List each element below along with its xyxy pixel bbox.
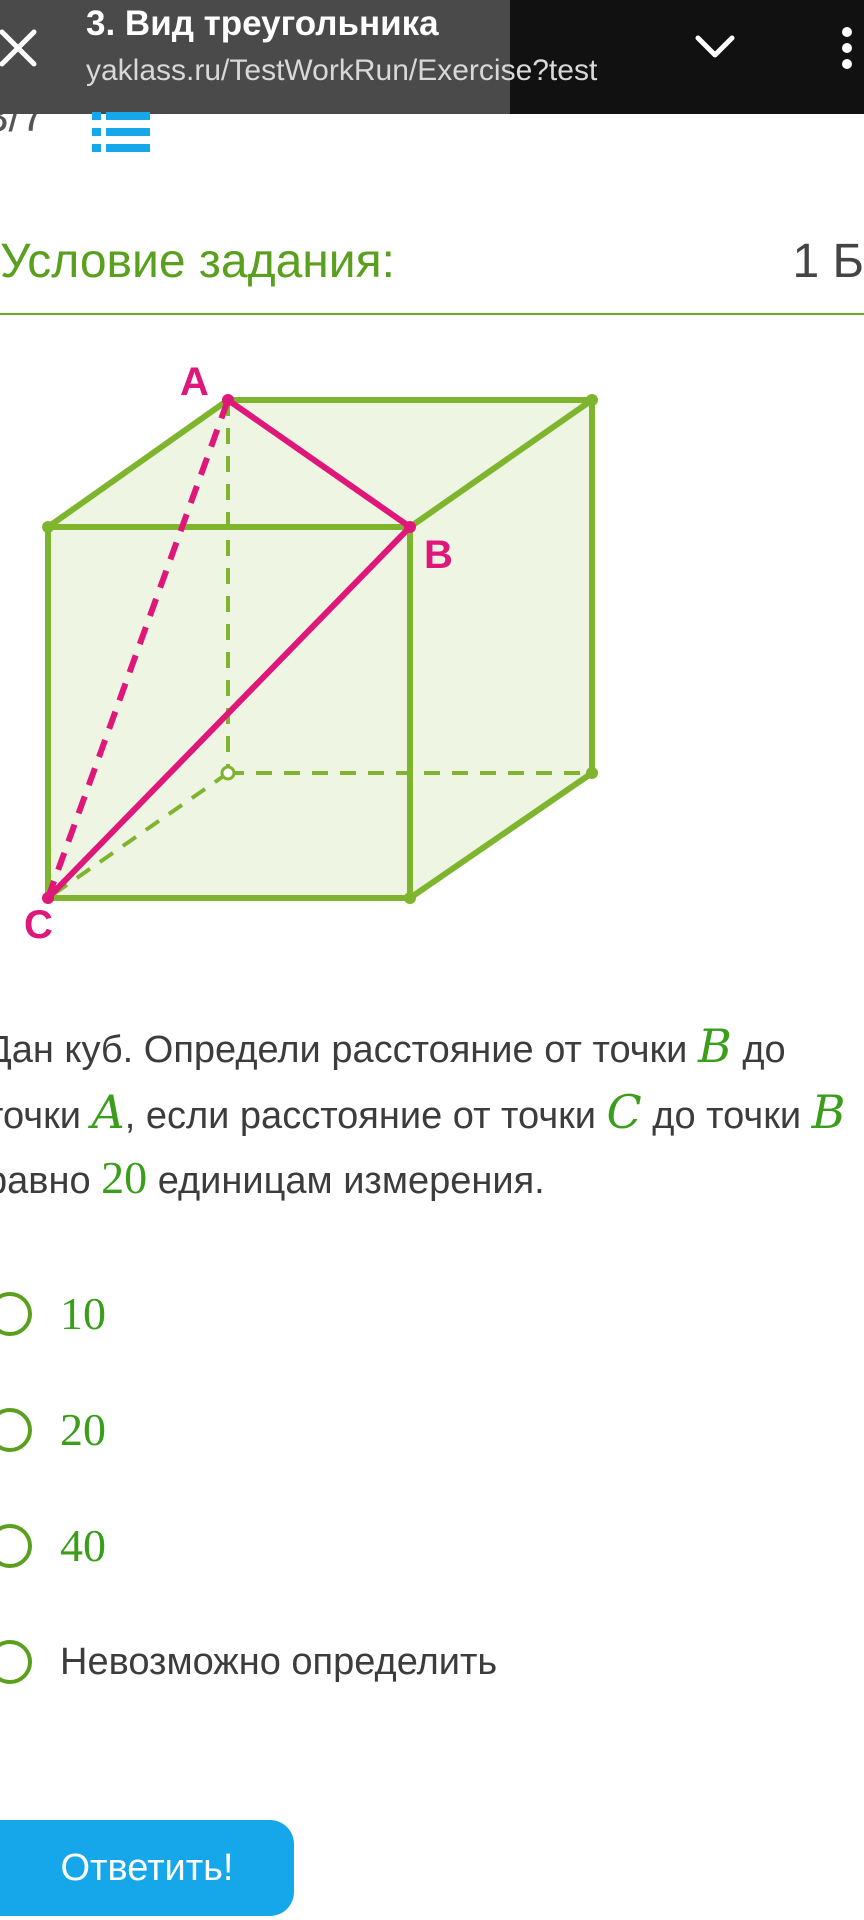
answer-option[interactable]: 10 [0, 1284, 300, 1344]
question-text-part: единицам измерения. [147, 1160, 545, 1202]
option-label: 20 [60, 1404, 106, 1455]
point-a [222, 394, 234, 406]
cube-vertex [586, 394, 598, 406]
submit-answer-button[interactable]: Ответить! [0, 1820, 294, 1916]
question-text-part: Дан куб. Определи расстояние от точки [0, 1029, 698, 1071]
label-c: C [24, 903, 53, 947]
math-var-c: C [606, 1085, 642, 1139]
question-text: Дан куб. Определи расстояние от точки B … [0, 1015, 850, 1212]
question-text-part: до точки [641, 1095, 812, 1137]
label-b: B [424, 533, 453, 577]
option-label: Невозможно определить [60, 1641, 498, 1683]
divider [0, 313, 864, 315]
more-menu-icon[interactable] [834, 18, 864, 78]
tab-title: 3. Вид треугольника [86, 4, 439, 43]
radio-button[interactable] [0, 1292, 32, 1336]
answer-option[interactable]: 20 [0, 1400, 300, 1460]
close-icon[interactable] [0, 22, 40, 72]
math-value: 20 [101, 1152, 148, 1203]
question-text-part: , если расстояние от точки [124, 1095, 607, 1137]
cube-vertex [404, 892, 416, 904]
cube-vertex [586, 767, 598, 779]
cube-vertex [42, 521, 54, 533]
answer-option[interactable]: Невозможно определить [0, 1632, 600, 1692]
math-var-b: B [811, 1085, 846, 1139]
point-b [404, 521, 416, 533]
cube-figure: A B C [24, 360, 598, 947]
page-url[interactable]: yaklass.ru/TestWorkRun/Exercise?test [86, 54, 646, 88]
radio-button[interactable] [0, 1524, 32, 1568]
list-icon[interactable] [92, 112, 150, 152]
chevron-down-icon[interactable] [692, 28, 738, 68]
task-condition-heading: Условие задания: [0, 235, 395, 288]
task-points: 1 Б [792, 235, 864, 288]
url-fade [600, 50, 646, 94]
option-label: 10 [60, 1288, 106, 1339]
math-var-b: B [697, 1019, 732, 1073]
radio-button[interactable] [0, 1408, 32, 1452]
option-label: 40 [60, 1520, 106, 1571]
cube-vertex [220, 765, 236, 781]
question-text-part: равно [0, 1160, 91, 1202]
answer-option[interactable]: 40 [0, 1516, 300, 1576]
radio-button[interactable] [0, 1640, 32, 1684]
browser-top-bar: 3. Вид треугольника yaklass.ru/TestWorkR… [0, 0, 864, 114]
label-a: A [180, 360, 209, 404]
math-var-a: A [91, 1085, 125, 1139]
